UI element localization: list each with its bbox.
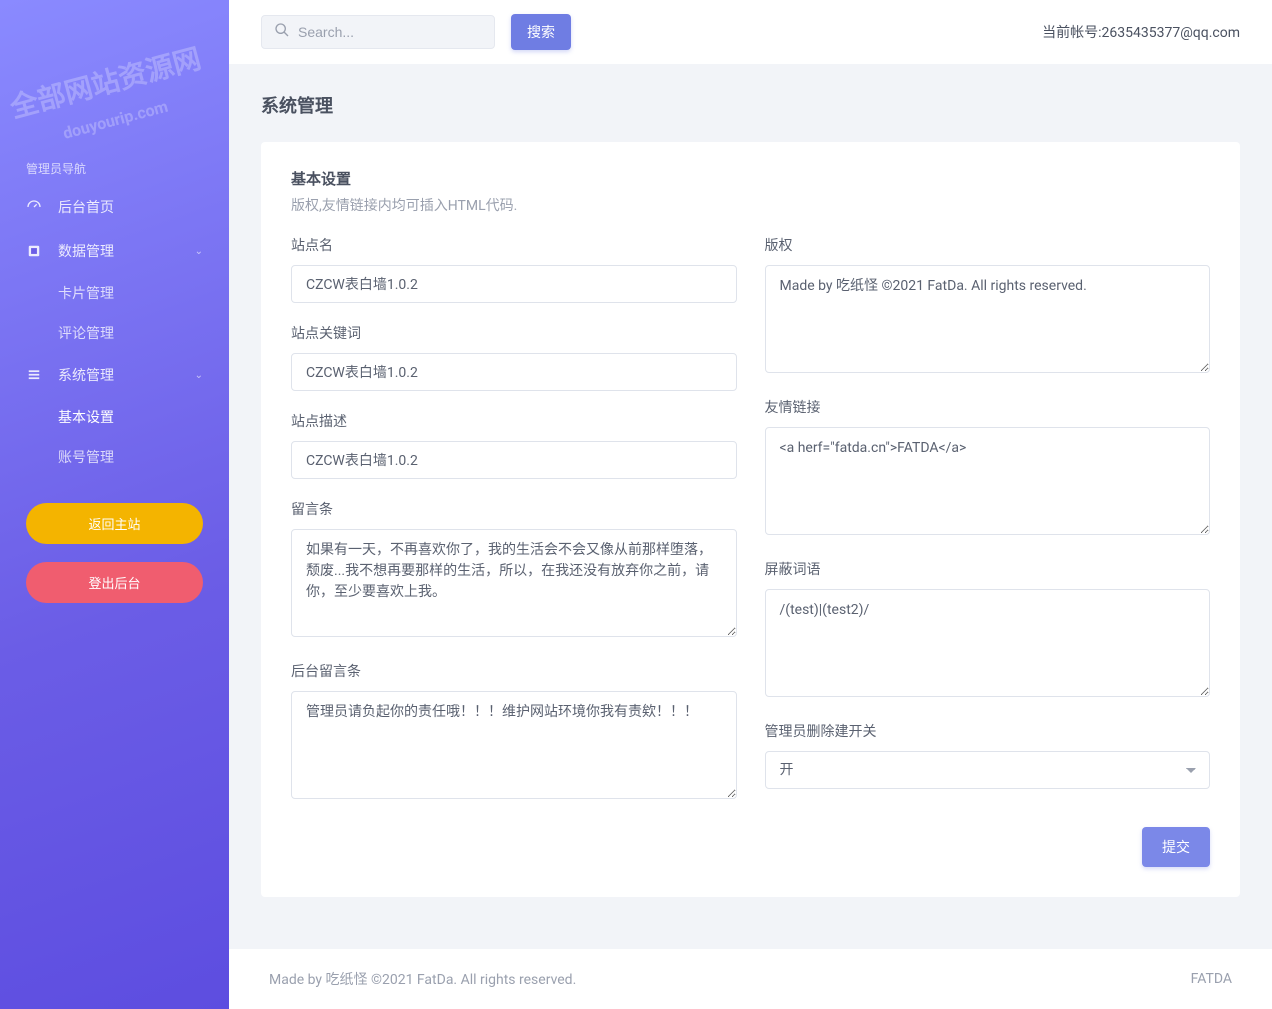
admin-message-textarea[interactable]: 管理员请负起你的责任哦！！！维护网站环境你我有责欸！！！ [291,691,737,799]
back-main-button[interactable]: 返回主站 [26,503,203,544]
sidebar-buttons: 返回主站 登出后台 [0,487,229,619]
logout-button[interactable]: 登出后台 [26,562,203,603]
sidebar-item-home[interactable]: 后台首页 [0,185,229,229]
search-wrap [261,15,495,49]
sidebar-subitem-basic[interactable]: 基本设置 [0,397,229,437]
topbar: 搜索 当前帐号:2635435377@qq.com [229,0,1272,64]
main-area: 搜索 当前帐号:2635435377@qq.com 系统管理 基本设置 版权,友… [229,0,1272,1009]
sidebar-item-label: 数据管理 [58,241,114,261]
form-col-right: 版权 Made by 吃纸怪 ©2021 FatDa. All rights r… [765,235,1211,823]
label-site-desc: 站点描述 [291,411,737,431]
label-message: 留言条 [291,499,737,519]
submit-button[interactable]: 提交 [1142,827,1210,867]
label-block-words: 屏蔽词语 [765,559,1211,579]
footer: Made by 吃纸怪 ©2021 FatDa. All rights rese… [229,949,1272,1009]
footer-copyright: Made by 吃纸怪 ©2021 FatDa. All rights rese… [269,969,576,989]
search-button[interactable]: 搜索 [511,14,571,50]
sidebar-item-data[interactable]: 数据管理 ⌄ [0,229,229,273]
label-admin-delete-switch: 管理员删除建开关 [765,721,1211,741]
form-grid: 站点名 站点关键词 站点描述 留言条 如果 [291,235,1210,823]
site-desc-input[interactable] [291,441,737,479]
card-title: 基本设置 [291,168,1210,189]
form-actions: 提交 [291,827,1210,867]
sidebar-section-label: 管理员导航 [0,152,229,185]
label-site-name: 站点名 [291,235,737,255]
dashboard-icon [26,199,42,215]
sidebar-item-system[interactable]: 系统管理 ⌄ [0,353,229,397]
page-title: 系统管理 [261,92,1240,118]
links-textarea[interactable]: <a herf="fatda.cn">FATDA</a> [765,427,1211,535]
footer-brand-link[interactable]: FATDA [1191,971,1232,987]
label-site-keywords: 站点关键词 [291,323,737,343]
form-col-left: 站点名 站点关键词 站点描述 留言条 如果 [291,235,737,823]
account-label: 当前帐号:2635435377@qq.com [1042,22,1240,42]
sidebar-subitem-comments[interactable]: 评论管理 [0,313,229,353]
search-input[interactable] [298,24,494,40]
card-subtitle: 版权,友情链接内均可插入HTML代码. [291,195,1210,215]
chevron-down-icon: ⌄ [195,370,203,381]
sidebar-subitem-account[interactable]: 账号管理 [0,437,229,477]
card-header: 基本设置 版权,友情链接内均可插入HTML代码. [291,168,1210,215]
sidebar: 全部网站资源网douyourip.com 管理员导航 后台首页 数据管理 ⌄ 卡… [0,0,229,1009]
search-icon [274,22,290,42]
label-copyright: 版权 [765,235,1211,255]
sidebar-item-label: 后台首页 [58,197,114,217]
folder-icon [26,243,42,259]
list-icon [26,367,42,383]
block-words-textarea[interactable]: /(test)|(test2)/ [765,589,1211,697]
site-keywords-input[interactable] [291,353,737,391]
label-admin-message: 后台留言条 [291,661,737,681]
site-name-input[interactable] [291,265,737,303]
message-textarea[interactable]: 如果有一天，不再喜欢你了，我的生活会不会又像从前那样堕落，颓废...我不想再要那… [291,529,737,637]
chevron-down-icon: ⌄ [195,246,203,257]
label-links: 友情链接 [765,397,1211,417]
copyright-textarea[interactable]: Made by 吃纸怪 ©2021 FatDa. All rights rese… [765,265,1211,373]
content: 系统管理 基本设置 版权,友情链接内均可插入HTML代码. 站点名 站点关键词 [229,64,1272,925]
sidebar-item-label: 系统管理 [58,365,114,385]
sidebar-subitem-cards[interactable]: 卡片管理 [0,273,229,313]
admin-delete-switch-select[interactable]: 开 关 [765,751,1211,789]
settings-card: 基本设置 版权,友情链接内均可插入HTML代码. 站点名 站点关键词 [261,142,1240,897]
